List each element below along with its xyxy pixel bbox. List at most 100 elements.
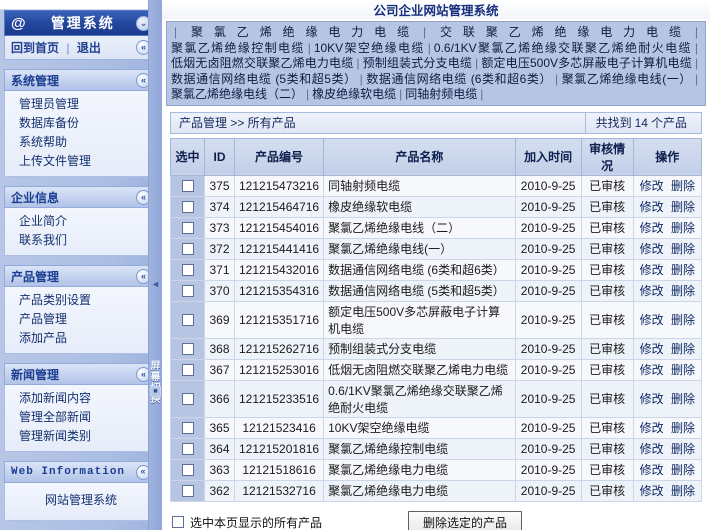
sidebar-item-company-intro[interactable]: 企业简介 <box>5 212 157 231</box>
triangle-left-icon[interactable]: ◄ <box>151 278 160 290</box>
navbar-item[interactable]: 同轴射频电缆 <box>405 87 477 101</box>
row-checkbox[interactable] <box>181 264 194 277</box>
screen-toggle-label: 屏幕切换 <box>148 360 159 404</box>
row-checkbox[interactable] <box>181 443 194 456</box>
breadcrumb: 产品管理 >> 所有产品 共找到 14 个产品 <box>170 111 702 134</box>
select-all-checkbox[interactable] <box>172 516 184 528</box>
navbar-item[interactable]: 交联聚乙烯绝缘电力电缆 <box>429 25 692 39</box>
edit-link[interactable]: 修改 <box>640 200 664 214</box>
row-checkbox[interactable] <box>181 314 194 327</box>
delete-link[interactable]: 删除 <box>671 179 695 193</box>
row-select-cell <box>170 258 205 281</box>
sidebar-item-admin-manage[interactable]: 管理员管理 <box>5 95 157 114</box>
delete-link[interactable]: 删除 <box>671 284 695 298</box>
navbar-item[interactable]: 预制组装式分支电缆 <box>362 56 472 70</box>
sidebar-item-contact-us[interactable]: 联系我们 <box>5 231 157 250</box>
navbar-item[interactable]: 数据通信网络电缆 (5类和超5类） <box>171 72 357 86</box>
navbar-item[interactable]: 聚氯乙烯绝缘电线（二） <box>171 87 303 101</box>
row-audit: 已审核 <box>580 195 634 218</box>
row-time: 2010-9-25 <box>514 216 582 239</box>
delete-link[interactable]: 删除 <box>671 342 695 356</box>
row-audit: 已审核 <box>580 458 634 481</box>
edit-link[interactable]: 修改 <box>640 463 664 477</box>
found-suffix: 个产品 <box>650 116 687 130</box>
edit-link[interactable]: 修改 <box>640 392 664 406</box>
navbar-item[interactable]: 聚氯乙烯绝缘电力电缆 <box>180 25 420 39</box>
delete-selected-button[interactable]: 删除选定的产品 <box>408 510 523 530</box>
navbar-item[interactable]: 数据通信网络电缆 (6类和超6类） <box>366 72 552 86</box>
delete-link[interactable]: 删除 <box>671 242 695 256</box>
sidebar-item-help[interactable]: 系统帮助 <box>5 133 157 152</box>
column-header-id: ID <box>204 137 235 176</box>
navbar-item[interactable]: 0.6/1KV聚氯乙烯绝缘交联聚乙烯绝耐火电缆 <box>434 41 692 55</box>
delete-link[interactable]: 删除 <box>671 421 695 435</box>
sidebar-item-upload-manage[interactable]: 上传文件管理 <box>5 152 157 171</box>
sidebar-item-add-news[interactable]: 添加新闻内容 <box>5 389 157 408</box>
sidebar-item-news-category[interactable]: 管理新闻类别 <box>5 427 157 446</box>
navbar-item[interactable]: 额定电压500V多芯屏蔽电子计算机电缆 <box>481 56 692 70</box>
delete-link[interactable]: 删除 <box>671 463 695 477</box>
navbar-separator: | <box>359 71 363 86</box>
edit-link[interactable]: 修改 <box>640 284 664 298</box>
edit-link[interactable]: 修改 <box>640 421 664 435</box>
sidebar-item-product-category[interactable]: 产品类别设置 <box>5 291 157 310</box>
navbar-item[interactable]: 低烟无卤阻燃交联聚乙烯电力电缆 <box>171 56 353 70</box>
navbar-item[interactable]: 橡皮绝缘软电缆 <box>312 87 396 101</box>
row-checkbox[interactable] <box>181 201 194 214</box>
sidebar-panel-header[interactable]: 企业信息 « <box>4 186 158 208</box>
edit-link[interactable]: 修改 <box>640 313 664 327</box>
table-row: 366 121215233516 0.6/1KV聚氯乙烯绝缘交联聚乙烯绝耐火电缆 20… <box>170 379 703 418</box>
delete-link[interactable]: 删除 <box>671 392 695 406</box>
row-checkbox[interactable] <box>181 343 194 356</box>
edit-link[interactable]: 修改 <box>640 263 664 277</box>
sidebar-item-add-product[interactable]: 添加产品 <box>5 329 157 348</box>
edit-link[interactable]: 修改 <box>640 484 664 498</box>
delete-link[interactable]: 删除 <box>671 363 695 377</box>
screen-toggle-box-icon[interactable]: ■ <box>150 386 161 397</box>
content-area: 产品管理 >> 所有产品 共找到 14 个产品 选中 ID 产品编号 产品名称 … <box>162 106 710 530</box>
delete-link[interactable]: 删除 <box>671 484 695 498</box>
row-checkbox[interactable] <box>181 243 194 256</box>
home-link[interactable]: 回到首页 <box>11 41 59 55</box>
row-checkbox[interactable] <box>181 393 194 406</box>
row-time: 2010-9-25 <box>514 237 582 260</box>
found-prefix: 共找到 <box>595 116 632 130</box>
delete-link[interactable]: 删除 <box>671 263 695 277</box>
edit-link[interactable]: 修改 <box>640 363 664 377</box>
delete-link[interactable]: 删除 <box>671 313 695 327</box>
edit-link[interactable]: 修改 <box>640 179 664 193</box>
sidebar-panel-header[interactable]: 系统管理 « <box>4 69 158 91</box>
logout-link[interactable]: 退出 <box>77 41 101 55</box>
delete-link[interactable]: 删除 <box>671 200 695 214</box>
home-logout-links: 回到首页 | 退出 <box>11 39 136 56</box>
sidebar-panel-header[interactable]: Web Information « <box>4 461 158 483</box>
row-operations: 修改 删除 <box>632 258 703 281</box>
sidebar-panel-header[interactable]: 新闻管理 « <box>4 363 158 385</box>
row-id: 373 <box>204 216 235 239</box>
row-checkbox[interactable] <box>181 464 194 477</box>
row-checkbox[interactable] <box>181 485 194 498</box>
row-select-cell <box>170 279 205 302</box>
edit-link[interactable]: 修改 <box>640 442 664 456</box>
delete-link[interactable]: 删除 <box>671 221 695 235</box>
row-checkbox[interactable] <box>181 422 194 435</box>
row-select-cell <box>170 416 205 439</box>
edit-link[interactable]: 修改 <box>640 221 664 235</box>
screen-toggle-strip[interactable]: ◄ 屏幕切换 ■ <box>148 0 162 530</box>
sidebar-item-manage-all-news[interactable]: 管理全部新闻 <box>5 408 157 427</box>
navbar-item[interactable]: 聚氯乙烯绝缘电线(一） <box>561 72 692 86</box>
navbar-item[interactable]: 10KV架空绝缘电缆 <box>314 41 425 55</box>
edit-link[interactable]: 修改 <box>640 342 664 356</box>
row-checkbox[interactable] <box>181 285 194 298</box>
sidebar-item-website-admin-system[interactable]: 网站管理系统 <box>5 491 157 510</box>
sidebar-item-db-backup[interactable]: 数据库备份 <box>5 114 157 133</box>
row-checkbox[interactable] <box>181 222 194 235</box>
sidebar-item-product-manage[interactable]: 产品管理 <box>5 310 157 329</box>
sidebar-panel-header[interactable]: 产品管理 « <box>4 265 158 287</box>
row-name: 10KV架空绝缘电缆 <box>323 416 516 439</box>
row-checkbox[interactable] <box>181 180 194 193</box>
delete-link[interactable]: 删除 <box>671 442 695 456</box>
row-checkbox[interactable] <box>181 364 194 377</box>
edit-link[interactable]: 修改 <box>640 242 664 256</box>
navbar-item[interactable]: 聚氯乙烯绝缘控制电缆 <box>171 41 305 55</box>
